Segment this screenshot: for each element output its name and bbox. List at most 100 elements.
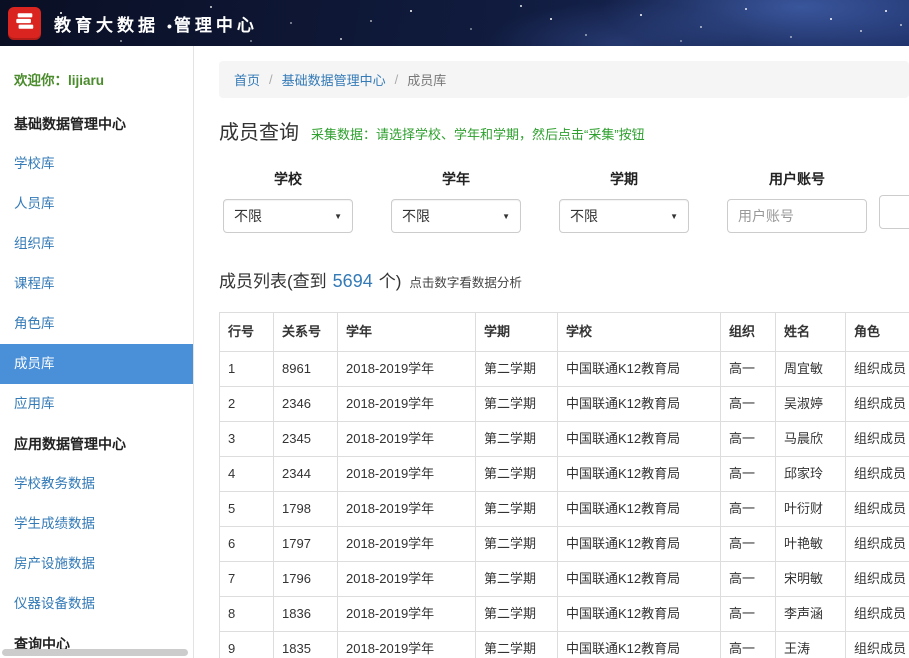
cell-school: 中国联通K12教育局 [558, 562, 721, 597]
cell-role: 组织成员 [846, 492, 909, 527]
cell-row-number: 5 [220, 492, 274, 527]
breadcrumb-current: 成员库 [407, 70, 446, 89]
cell-name: 吴淑婷 [776, 387, 846, 422]
chevron-down-icon: ▼ [334, 212, 342, 221]
sidebar-item[interactable]: 应用数据管理中心 [0, 424, 193, 464]
list-note: 点击数字看数据分析 [409, 272, 522, 291]
cell-relation-number: 8961 [274, 352, 338, 387]
welcome-text: 欢迎你：lijiaru [0, 46, 193, 104]
school-year-select[interactable]: 不限 ▼ [391, 199, 521, 233]
cell-school: 中国联通K12教育局 [558, 597, 721, 632]
sidebar-item[interactable]: 成员库 [0, 344, 193, 384]
breadcrumb-link-home[interactable]: 首页 [234, 70, 260, 89]
brand-logo[interactable] [8, 7, 41, 40]
page-title: 成员查询 [219, 116, 299, 145]
member-table: 行号 关系号 学年 学期 学校 组织 姓名 [219, 312, 909, 658]
brand-title: 教育大数据 [54, 16, 159, 35]
filter-school-year-label: 学年 [391, 169, 521, 189]
table-row: 3 2345 2018-2019学年 第二学期 中国联通K12教育局 高一 马晨… [220, 422, 909, 457]
cell-row-number: 3 [220, 422, 274, 457]
cell-relation-number: 2345 [274, 422, 338, 457]
table-header-cell: 角色 [846, 313, 909, 352]
sidebar-item[interactable]: 学生成绩数据 [0, 504, 193, 544]
cell-relation-number: 2346 [274, 387, 338, 422]
table-row: 6 1797 2018-2019学年 第二学期 中国联通K12教育局 高一 叶艳… [220, 527, 909, 562]
filter-school: 学校 不限 ▼ [223, 169, 353, 233]
table-header-cell: 学期 [476, 313, 558, 352]
cell-relation-number: 1797 [274, 527, 338, 562]
sidebar-horizontal-scrollbar[interactable] [2, 649, 188, 656]
table-header-cell: 关系号 [274, 313, 338, 352]
filter-user-account-label: 用户账号 [727, 169, 867, 189]
cell-name: 叶艳敏 [776, 527, 846, 562]
sidebar-menu: 基础数据管理中心 学校库 人员库 组织库 课程库 角色库 成员库 应用库 应用数… [0, 104, 193, 658]
sidebar-item[interactable]: 人员库 [0, 184, 193, 224]
cell-organization: 高一 [721, 597, 776, 632]
collect-hint-text: 采集数据：请选择学校、学年和学期，然后点击“采集”按钮 [311, 124, 645, 143]
cell-organization: 高一 [721, 352, 776, 387]
semester-select[interactable]: 不限 ▼ [559, 199, 689, 233]
sidebar-item[interactable]: 角色库 [0, 304, 193, 344]
list-title-prefix: 成员列表(查到 [219, 267, 327, 292]
cell-semester: 第二学期 [476, 422, 558, 457]
filter-school-year: 学年 不限 ▼ [391, 169, 521, 233]
filter-semester: 学期 不限 ▼ [559, 169, 689, 233]
cell-role: 组织成员 [846, 457, 909, 492]
school-select[interactable]: 不限 ▼ [223, 199, 353, 233]
sidebar-item[interactable]: 课程库 [0, 264, 193, 304]
sidebar-item[interactable]: 应用库 [0, 384, 193, 424]
school-select-value: 不限 [234, 206, 262, 226]
table-header-row: 行号 关系号 学年 学期 学校 组织 姓名 [220, 313, 909, 352]
cell-school: 中国联通K12教育局 [558, 422, 721, 457]
cell-relation-number: 1836 [274, 597, 338, 632]
cell-school: 中国联通K12教育局 [558, 352, 721, 387]
semester-select-value: 不限 [570, 206, 598, 226]
cell-name: 周宜敏 [776, 352, 846, 387]
cell-relation-number: 1796 [274, 562, 338, 597]
filter-school-label: 学校 [223, 169, 353, 189]
chevron-down-icon: ▼ [502, 212, 510, 221]
sidebar: 欢迎你：lijiaru 基础数据管理中心 学校库 人员库 组织库 课程库 角色库… [0, 46, 194, 658]
breadcrumb-separator: / [269, 72, 273, 87]
cell-semester: 第二学期 [476, 387, 558, 422]
cell-school: 中国联通K12教育局 [558, 387, 721, 422]
sidebar-item[interactable]: 学校库 [0, 144, 193, 184]
table-header-cell: 组织 [721, 313, 776, 352]
user-account-input[interactable] [727, 199, 867, 233]
cell-name: 李声涵 [776, 597, 846, 632]
sidebar-item[interactable]: 仪器设备数据 [0, 584, 193, 624]
sidebar-item[interactable]: 房产设施数据 [0, 544, 193, 584]
member-count-link[interactable]: 5694 [333, 271, 373, 292]
member-list-heading: 成员列表(查到 5694 个) 点击数字看数据分析 [219, 267, 909, 292]
table-row: 8 1836 2018-2019学年 第二学期 中国联通K12教育局 高一 李声… [220, 597, 909, 632]
cell-relation-number: 2344 [274, 457, 338, 492]
cell-role: 组织成员 [846, 387, 909, 422]
cell-role: 组织成员 [846, 597, 909, 632]
cell-relation-number: 1835 [274, 632, 338, 658]
list-title-suffix: 个) [379, 267, 402, 292]
school-year-select-value: 不限 [402, 206, 430, 226]
sidebar-item[interactable]: 基础数据管理中心 [0, 104, 193, 144]
sidebar-item[interactable]: 学校教务数据 [0, 464, 193, 504]
filter-bar: 学校 不限 ▼ 学年 不限 ▼ 学期 不限 [223, 169, 909, 233]
breadcrumb-separator: / [395, 72, 399, 87]
cell-organization: 高一 [721, 457, 776, 492]
breadcrumb-link-basic-data-center[interactable]: 基础数据管理中心 [282, 70, 386, 89]
cell-school: 中国联通K12教育局 [558, 492, 721, 527]
cell-semester: 第二学期 [476, 352, 558, 387]
table-row: 9 1835 2018-2019学年 第二学期 中国联通K12教育局 高一 王涛… [220, 632, 909, 658]
table-row: 1 8961 2018-2019学年 第二学期 中国联通K12教育局 高一 周宜… [220, 352, 909, 387]
table-header-cell: 学校 [558, 313, 721, 352]
cell-semester: 第二学期 [476, 527, 558, 562]
cell-school: 中国联通K12教育局 [558, 632, 721, 658]
cell-organization: 高一 [721, 562, 776, 597]
cell-row-number: 2 [220, 387, 274, 422]
cell-row-number: 7 [220, 562, 274, 597]
filter-input-extra[interactable] [879, 195, 909, 229]
cell-name: 马晨欣 [776, 422, 846, 457]
table-header-cell: 行号 [220, 313, 274, 352]
sidebar-item[interactable]: 组织库 [0, 224, 193, 264]
brand-subtitle: 管理中心 [174, 16, 258, 35]
cell-school-year: 2018-2019学年 [338, 597, 476, 632]
cell-school-year: 2018-2019学年 [338, 422, 476, 457]
